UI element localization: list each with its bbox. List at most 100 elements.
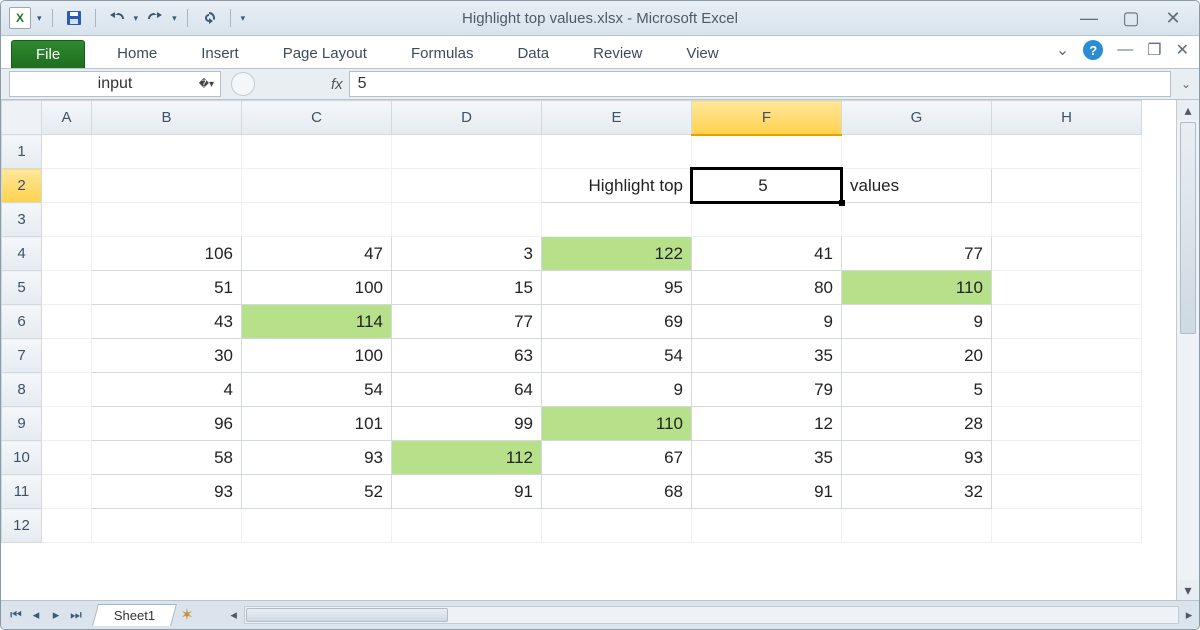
cell-F1[interactable] — [692, 135, 842, 169]
row-header-4[interactable]: 4 — [2, 237, 42, 271]
col-header-C[interactable]: C — [242, 101, 392, 135]
vertical-scrollbar[interactable]: ▴ ▾ — [1176, 100, 1199, 600]
sheet-nav-prev-icon[interactable]: ◂ — [27, 606, 45, 624]
redo-icon[interactable] — [144, 7, 166, 29]
vscroll-track[interactable] — [1177, 120, 1199, 580]
col-header-H[interactable]: H — [992, 101, 1142, 135]
cell-E6[interactable]: 69 — [542, 305, 692, 339]
cell-H11[interactable] — [992, 475, 1142, 509]
maximize-icon[interactable]: ▢ — [1121, 8, 1141, 29]
cell-F3[interactable] — [692, 203, 842, 237]
cell-F5[interactable]: 80 — [692, 271, 842, 305]
cell-D8[interactable]: 64 — [392, 373, 542, 407]
help-icon[interactable]: ? — [1083, 40, 1103, 60]
cell-G5[interactable]: 110 — [842, 271, 992, 305]
cell-H12[interactable] — [992, 509, 1142, 543]
cell-E7[interactable]: 54 — [542, 339, 692, 373]
cell-F8[interactable]: 79 — [692, 373, 842, 407]
cell-A2[interactable] — [42, 169, 92, 203]
cell-G3[interactable] — [842, 203, 992, 237]
cell-E1[interactable] — [542, 135, 692, 169]
cell-H6[interactable] — [992, 305, 1142, 339]
cell-G8[interactable]: 5 — [842, 373, 992, 407]
cell-H2[interactable] — [992, 169, 1142, 203]
cell-A6[interactable] — [42, 305, 92, 339]
row-header-2[interactable]: 2 — [2, 169, 42, 203]
save-icon[interactable] — [63, 7, 85, 29]
cell-D2[interactable] — [392, 169, 542, 203]
cell-F4[interactable]: 41 — [692, 237, 842, 271]
row-header-6[interactable]: 6 — [2, 305, 42, 339]
expand-formula-bar-icon[interactable]: ⌄ — [1177, 77, 1195, 91]
cell-D10[interactable]: 112 — [392, 441, 542, 475]
cell-D3[interactable] — [392, 203, 542, 237]
cell-G9[interactable]: 28 — [842, 407, 992, 441]
ribbon-restore-icon[interactable]: ❐ — [1147, 40, 1161, 60]
col-header-A[interactable]: A — [42, 101, 92, 135]
sheet-tab[interactable]: Sheet1 — [92, 604, 177, 626]
cell-D9[interactable]: 99 — [392, 407, 542, 441]
col-header-E[interactable]: E — [542, 101, 692, 135]
minimize-icon[interactable]: ― — [1079, 8, 1099, 29]
cell-C5[interactable]: 100 — [242, 271, 392, 305]
cell-D12[interactable] — [392, 509, 542, 543]
cell-B6[interactable]: 43 — [92, 305, 242, 339]
cell-C1[interactable] — [242, 135, 392, 169]
ribbon-close-icon[interactable]: ✕ — [1176, 40, 1189, 60]
tab-home[interactable]: Home — [95, 39, 179, 68]
cell-D6[interactable]: 77 — [392, 305, 542, 339]
cancel-formula-icon[interactable] — [231, 72, 255, 96]
customize-qat-icon[interactable]: ▾ — [241, 13, 246, 24]
cell-G1[interactable] — [842, 135, 992, 169]
row-header-10[interactable]: 10 — [2, 441, 42, 475]
tab-formulas[interactable]: Formulas — [389, 39, 496, 68]
col-header-B[interactable]: B — [92, 101, 242, 135]
cell-F11[interactable]: 91 — [692, 475, 842, 509]
cell-B8[interactable]: 4 — [92, 373, 242, 407]
cell-E8[interactable]: 9 — [542, 373, 692, 407]
cell-B9[interactable]: 96 — [92, 407, 242, 441]
cell-C9[interactable]: 101 — [242, 407, 392, 441]
ribbon-minimize-icon[interactable]: ― — [1117, 41, 1133, 59]
row-header-5[interactable]: 5 — [2, 271, 42, 305]
ribbon-caret-icon[interactable]: ⌄ — [1056, 40, 1069, 60]
cell-E9[interactable]: 110 — [542, 407, 692, 441]
cell-C4[interactable]: 47 — [242, 237, 392, 271]
row-header-12[interactable]: 12 — [2, 509, 42, 543]
cell-C10[interactable]: 93 — [242, 441, 392, 475]
scroll-right-icon[interactable]: ▸ — [1179, 607, 1199, 623]
cell-A1[interactable] — [42, 135, 92, 169]
cell-F9[interactable]: 12 — [692, 407, 842, 441]
row-header-11[interactable]: 11 — [2, 475, 42, 509]
cell-H5[interactable] — [992, 271, 1142, 305]
name-box-dropdown-icon[interactable]: �▾ — [199, 79, 214, 90]
row-header-8[interactable]: 8 — [2, 373, 42, 407]
cell-B1[interactable] — [92, 135, 242, 169]
cell-A5[interactable] — [42, 271, 92, 305]
cell-C3[interactable] — [242, 203, 392, 237]
cell-E3[interactable] — [542, 203, 692, 237]
cell-A8[interactable] — [42, 373, 92, 407]
cell-G4[interactable]: 77 — [842, 237, 992, 271]
cell-A11[interactable] — [42, 475, 92, 509]
cell-C2[interactable] — [242, 169, 392, 203]
cell-F12[interactable] — [692, 509, 842, 543]
cell-A12[interactable] — [42, 509, 92, 543]
col-header-D[interactable]: D — [392, 101, 542, 135]
cell-B5[interactable]: 51 — [92, 271, 242, 305]
formula-input[interactable]: 5 — [349, 71, 1171, 97]
sheet-nav-last-icon[interactable]: ⏭ — [67, 606, 85, 624]
cell-H9[interactable] — [992, 407, 1142, 441]
cell-E2[interactable]: Highlight top — [542, 169, 692, 203]
cell-D11[interactable]: 91 — [392, 475, 542, 509]
tab-page-layout[interactable]: Page Layout — [261, 39, 389, 68]
cell-D1[interactable] — [392, 135, 542, 169]
cell-C8[interactable]: 54 — [242, 373, 392, 407]
cell-D7[interactable]: 63 — [392, 339, 542, 373]
scroll-left-icon[interactable]: ◂ — [224, 607, 244, 623]
tab-view[interactable]: View — [664, 39, 740, 68]
name-box[interactable]: input �▾ — [9, 71, 221, 97]
cell-E12[interactable] — [542, 509, 692, 543]
qat-dropdown-icon[interactable]: ▾ — [37, 13, 42, 24]
cell-C6[interactable]: 114 — [242, 305, 392, 339]
